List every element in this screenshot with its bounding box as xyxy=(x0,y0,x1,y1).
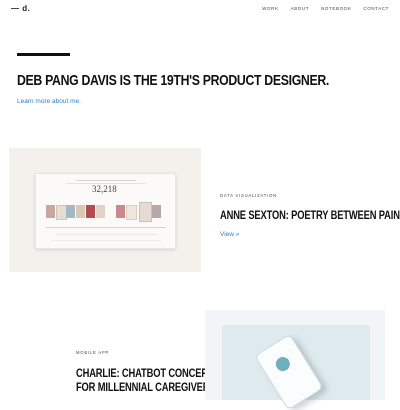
hero-headline: DEB PANG DAVIS IS THE 19TH'S PRODUCT DES… xyxy=(17,72,330,89)
nav-notebook[interactable]: NOTEBOOK xyxy=(321,6,351,11)
project-tag: MOBILE APP xyxy=(76,350,110,355)
app-logo-icon xyxy=(273,354,293,374)
nav-contact[interactable]: CONTACT xyxy=(363,6,389,11)
main-nav: WORK ABOUT NOTEBOOK CONTACT xyxy=(262,6,389,11)
thumbnail-number: 32,218 xyxy=(92,184,117,194)
nav-about[interactable]: ABOUT xyxy=(291,6,310,11)
project-tag: DATA VISUALIZATION xyxy=(220,193,277,198)
view-project-link[interactable]: View » xyxy=(220,231,239,238)
project-title[interactable]: ANNE SEXTON: POETRY BETWEEN PAIN xyxy=(220,209,400,222)
hero-rule xyxy=(17,53,70,56)
nav-work[interactable]: WORK xyxy=(262,6,278,11)
learn-more-link[interactable]: Learn more about me. xyxy=(17,98,81,105)
project-title-line1[interactable]: CHARLIE: CHATBOT CONCEPT xyxy=(76,367,213,380)
site-logo[interactable]: — d. xyxy=(11,4,30,13)
project-title-line2[interactable]: FOR MILLENNIAL CAREGIVERS xyxy=(76,381,216,394)
